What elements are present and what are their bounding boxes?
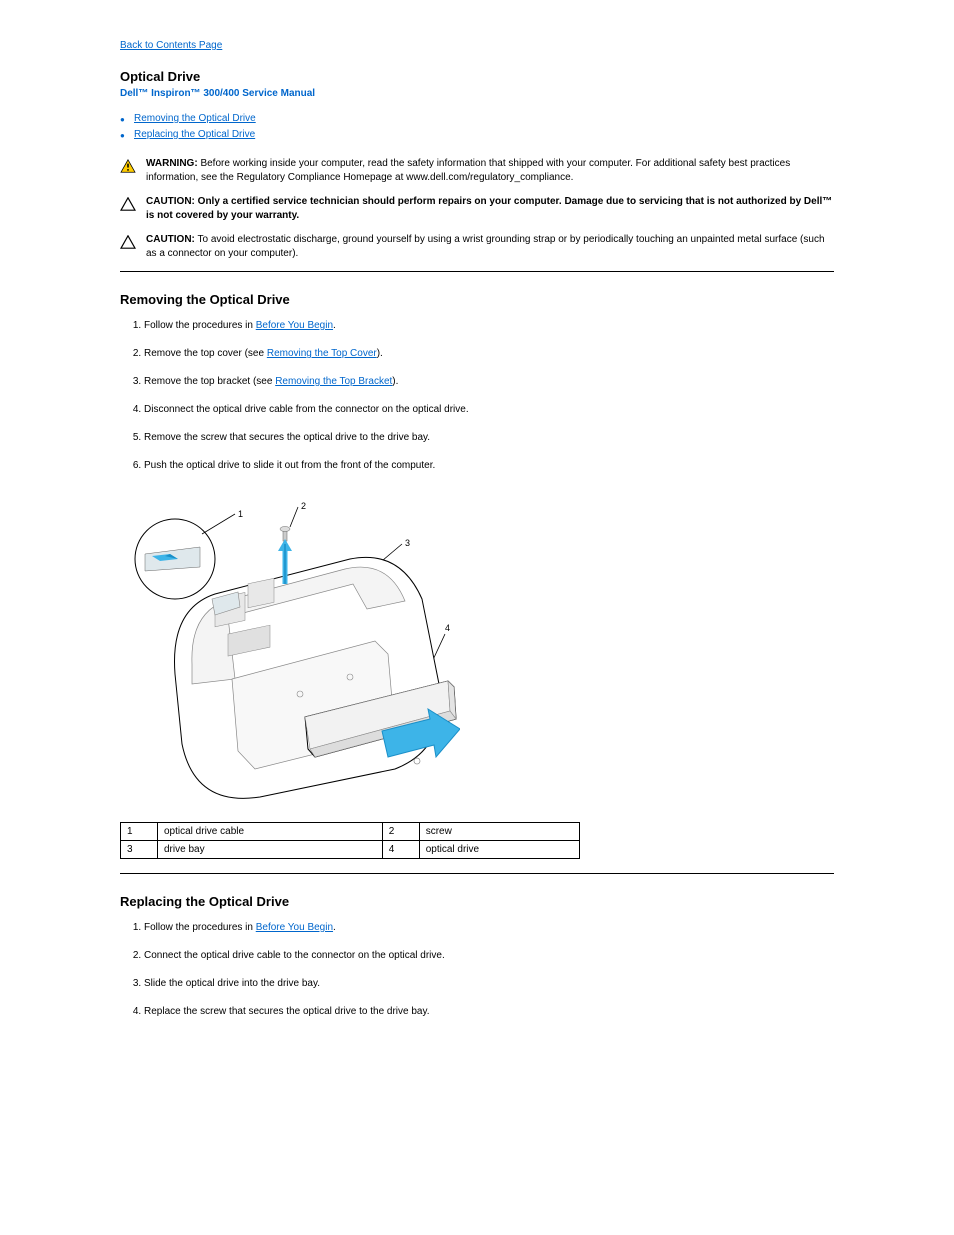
step-4: Replace the screw that secures the optic… (144, 1005, 834, 1019)
caution-icon (120, 235, 136, 254)
divider (120, 873, 834, 874)
part-label: drive bay (158, 841, 383, 859)
replace-steps: Follow the procedures in Before You Begi… (120, 921, 834, 1019)
part-num: 3 (121, 841, 158, 859)
manual-subtitle: Dell™ Inspiron™ 300/400 Service Manual (120, 88, 834, 99)
step-1: Follow the procedures in Before You Begi… (144, 319, 834, 333)
step-2: Connect the optical drive cable to the c… (144, 949, 834, 963)
link-removing-top-bracket[interactable]: Removing the Top Bracket (275, 376, 392, 387)
caution-notice-1: CAUTION: Only a certified service techni… (120, 195, 834, 223)
caution-text-2: To avoid electrostatic discharge, ground… (146, 234, 825, 259)
remove-steps: Follow the procedures in Before You Begi… (120, 319, 834, 473)
step-3: Remove the top bracket (see Removing the… (144, 375, 834, 389)
page-title: Optical Drive (120, 69, 834, 84)
svg-text:3: 3 (405, 538, 410, 548)
warning-label: WARNING: (146, 158, 198, 169)
step-2: Remove the top cover (see Removing the T… (144, 347, 834, 361)
parts-table: 1 optical drive cable 2 screw 3 drive ba… (120, 822, 580, 859)
divider (120, 271, 834, 272)
toc-link-remove[interactable]: Removing the Optical Drive (134, 113, 256, 124)
toc-bullets: Removing the Optical Drive Replacing the… (120, 111, 834, 143)
part-label: optical drive (419, 841, 579, 859)
link-before-you-begin[interactable]: Before You Begin (256, 922, 333, 933)
exploded-diagram: 1 2 3 4 (120, 489, 460, 812)
step-3: Slide the optical drive into the drive b… (144, 977, 834, 991)
caution-text-1b: is not covered by your warranty. (146, 210, 299, 221)
section-heading-replace: Replacing the Optical Drive (120, 894, 834, 909)
svg-text:4: 4 (445, 623, 450, 633)
part-num: 4 (382, 841, 419, 859)
table-row: 3 drive bay 4 optical drive (121, 841, 580, 859)
toc-link-replace[interactable]: Replacing the Optical Drive (134, 129, 255, 140)
warning-notice: WARNING: Before working inside your comp… (120, 157, 834, 185)
link-removing-top-cover[interactable]: Removing the Top Cover (267, 348, 377, 359)
step-6: Push the optical drive to slide it out f… (144, 459, 834, 473)
caution-text-1a: Only a certified service technician shou… (198, 196, 833, 207)
caution-notice-2: CAUTION: To avoid electrostatic discharg… (120, 233, 834, 261)
part-num: 1 (121, 823, 158, 841)
caution-label-1: CAUTION: (146, 196, 195, 207)
table-row: 1 optical drive cable 2 screw (121, 823, 580, 841)
step-1: Follow the procedures in Before You Begi… (144, 921, 834, 935)
link-before-you-begin[interactable]: Before You Begin (256, 320, 333, 331)
back-to-contents-link[interactable]: Back to Contents Page (120, 40, 222, 51)
part-num: 2 (382, 823, 419, 841)
part-label: optical drive cable (158, 823, 383, 841)
section-heading-remove: Removing the Optical Drive (120, 292, 834, 307)
warning-text: Before working inside your computer, rea… (146, 158, 790, 183)
step-5: Remove the screw that secures the optica… (144, 431, 834, 445)
caution-icon (120, 197, 136, 216)
part-label: screw (419, 823, 579, 841)
svg-text:1: 1 (238, 509, 243, 519)
svg-text:2: 2 (301, 501, 306, 511)
caution-label-2: CAUTION: (146, 234, 195, 245)
step-4: Disconnect the optical drive cable from … (144, 403, 834, 417)
warning-icon (120, 159, 136, 178)
